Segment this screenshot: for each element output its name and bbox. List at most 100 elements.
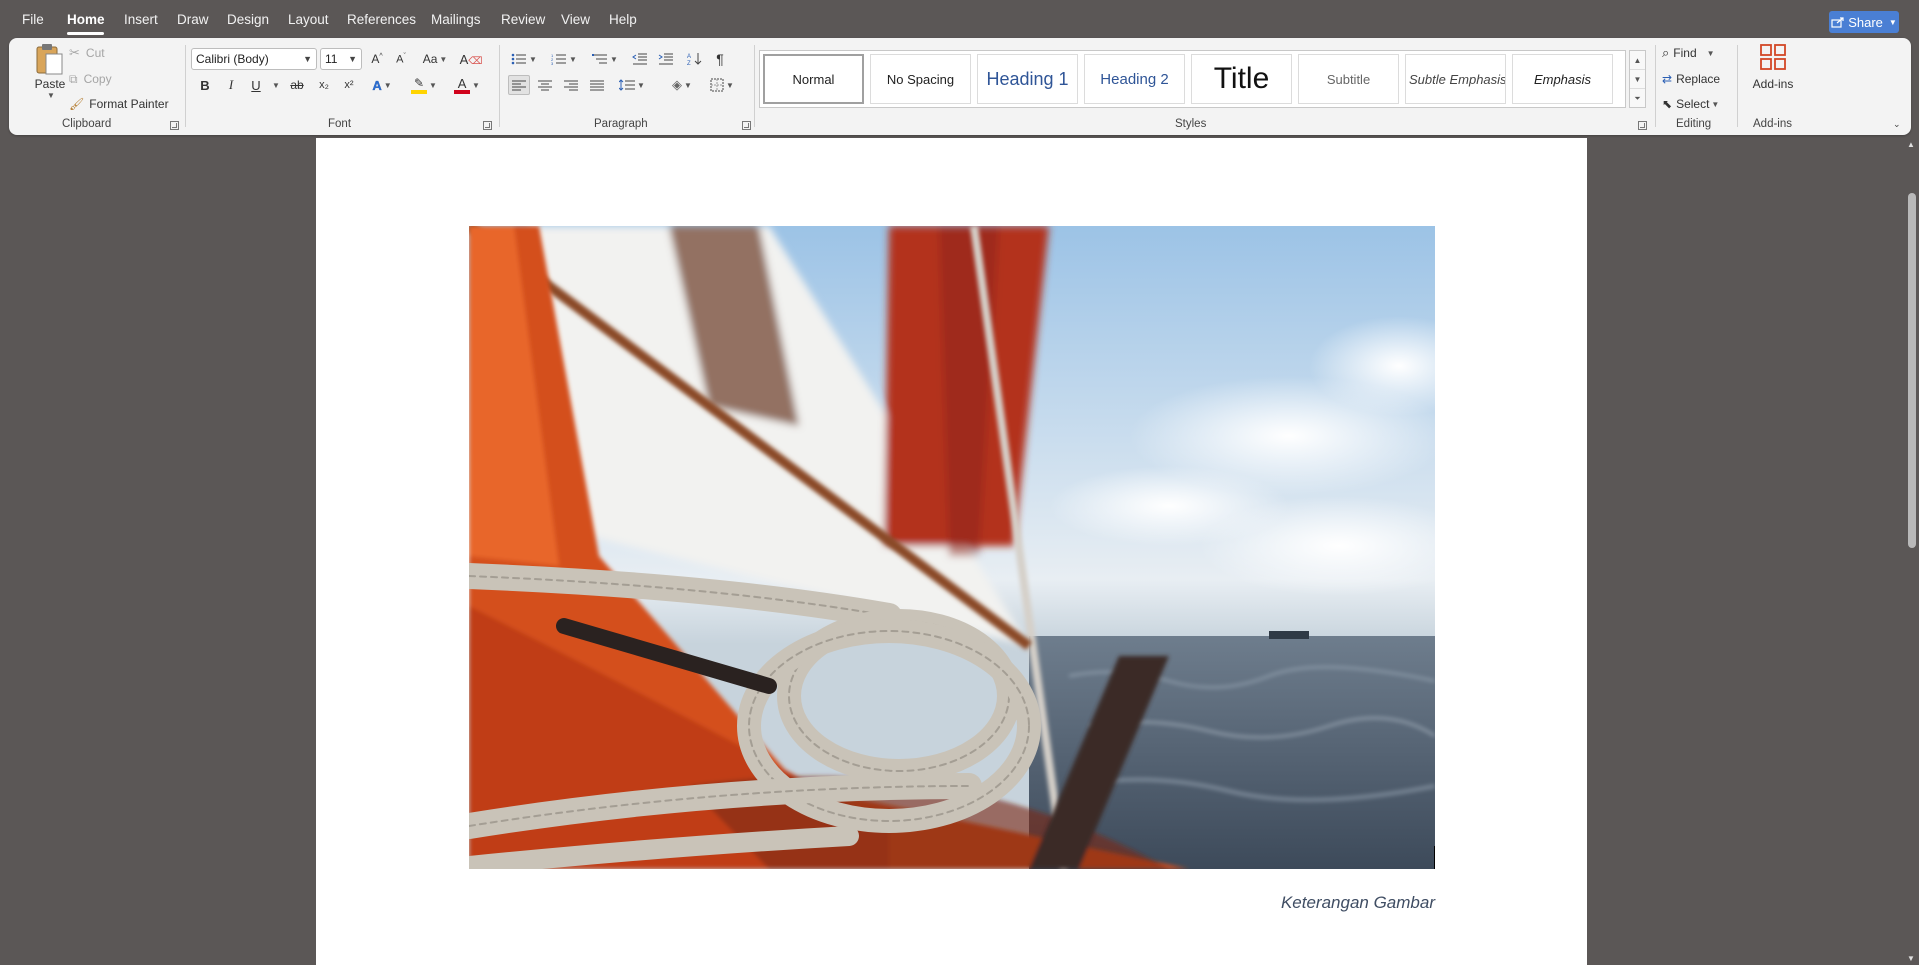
sort-button[interactable]: AZ	[684, 49, 706, 69]
styles-gallery-scroll[interactable]: ▲ ▼ ⏷	[1629, 50, 1646, 108]
font-launcher-icon[interactable]	[483, 121, 492, 130]
replace-button[interactable]: ⇄ Replace	[1662, 69, 1720, 89]
decrease-indent-icon	[632, 53, 647, 65]
chevron-down-icon: ▼	[610, 54, 618, 64]
align-right-button[interactable]	[560, 75, 582, 95]
style-normal[interactable]: Normal	[763, 54, 864, 104]
grow-font-button[interactable]: A^	[367, 49, 387, 69]
vertical-scrollbar[interactable]: ▲ ▼	[1904, 138, 1919, 965]
chevron-down-icon: ▼	[383, 80, 392, 90]
font-color-button[interactable]: A ▼	[452, 75, 482, 95]
chevron-down-icon: ▼	[637, 80, 645, 90]
format-painter-button[interactable]: 🖌 Format Painter	[69, 95, 169, 113]
align-left-button[interactable]	[508, 75, 530, 95]
italic-button[interactable]: I	[221, 75, 241, 95]
justify-icon	[590, 80, 604, 90]
replace-icon: ⇄	[1662, 72, 1673, 86]
menu-mailings[interactable]: Mailings	[431, 12, 481, 27]
search-icon: ⌕	[1662, 45, 1670, 60]
select-button[interactable]: ⬉ Select ▼	[1662, 94, 1719, 114]
menu-home[interactable]: Home	[67, 12, 105, 27]
shrink-font-button[interactable]: Aˇ	[391, 49, 411, 69]
highlight-button[interactable]: ✎ ▼	[409, 75, 439, 95]
shading-button[interactable]: ◈ ▼	[665, 75, 699, 95]
menu-insert[interactable]: Insert	[124, 12, 158, 27]
document-area: Keterangan Gambar	[0, 138, 1904, 965]
add-ins-button[interactable]: Add-ins	[1744, 43, 1802, 113]
clipboard-group-label: Clipboard	[62, 118, 112, 130]
superscript-button[interactable]: x²	[339, 75, 359, 95]
shrink-font-icon: Aˇ	[396, 52, 406, 66]
chevron-down-icon[interactable]: ▼	[272, 81, 280, 90]
chevron-down-icon: ▼	[726, 80, 734, 90]
active-tab-indicator	[67, 32, 104, 35]
clipboard-launcher-icon[interactable]	[170, 121, 179, 130]
justify-button[interactable]	[586, 75, 608, 95]
cursor-arrow-icon: ⬉	[1662, 97, 1673, 111]
align-right-icon	[564, 80, 578, 90]
cut-label: Cut	[85, 46, 105, 60]
chevron-down-icon[interactable]: ▼	[1630, 70, 1645, 89]
subscript-button[interactable]: x₂	[314, 75, 334, 95]
document-page[interactable]: Keterangan Gambar	[316, 138, 1587, 965]
style-title[interactable]: Title	[1191, 54, 1292, 104]
menu-help[interactable]: Help	[609, 12, 637, 27]
text-effects-button[interactable]: A ▼	[368, 75, 396, 95]
bold-button[interactable]: B	[195, 75, 215, 95]
menu-layout[interactable]: Layout	[288, 12, 329, 27]
style-subtitle[interactable]: Subtitle	[1298, 54, 1399, 104]
align-center-button[interactable]	[534, 75, 556, 95]
numbering-button[interactable]: 1 2 3 ▼	[547, 49, 581, 69]
styles-launcher-icon[interactable]	[1638, 121, 1647, 130]
style-no-spacing[interactable]: No Spacing	[870, 54, 971, 104]
more-styles-icon[interactable]: ⏷	[1630, 89, 1645, 108]
cut-button[interactable]: ✂ Cut	[69, 44, 105, 62]
style-subtle-emphasis[interactable]: Subtle Emphasis	[1405, 54, 1506, 104]
underline-button[interactable]: U	[246, 75, 266, 95]
scroll-down-icon[interactable]: ▼	[1907, 954, 1915, 963]
add-ins-group-label: Add-ins	[1753, 118, 1792, 130]
chevron-down-icon: ▼	[684, 80, 692, 90]
strikethrough-button[interactable]: ab	[286, 75, 308, 95]
menu-references[interactable]: References	[347, 12, 416, 27]
menu-file[interactable]: File	[22, 12, 44, 27]
paste-icon	[36, 44, 63, 75]
chevron-down-icon: ▼	[439, 54, 448, 64]
copy-icon: ⧉	[69, 71, 78, 86]
menu-draw[interactable]: Draw	[177, 12, 209, 27]
scrollbar-thumb[interactable]	[1908, 193, 1916, 548]
collapse-ribbon-icon[interactable]: ⌄	[1893, 119, 1901, 130]
font-size-select[interactable]: 11 ▼	[320, 48, 362, 70]
inserted-image[interactable]	[469, 226, 1435, 869]
change-case-button[interactable]: Aa ▼	[420, 49, 450, 69]
format-painter-label: Format Painter	[89, 97, 169, 111]
font-name-value: Calibri (Body)	[196, 52, 269, 66]
increase-indent-button[interactable]	[655, 49, 677, 69]
chevron-down-icon: ▼	[1711, 99, 1720, 109]
chevron-down-icon: ▼	[303, 54, 312, 64]
image-caption[interactable]: Keterangan Gambar	[1281, 893, 1435, 913]
copy-button[interactable]: ⧉ Copy	[69, 70, 112, 88]
menu-review[interactable]: Review	[501, 12, 545, 27]
menu-view[interactable]: View	[561, 12, 590, 27]
share-icon	[1831, 16, 1844, 28]
clear-formatting-button[interactable]: A⌫	[460, 49, 483, 69]
font-size-value: 11	[325, 52, 338, 66]
decrease-indent-button[interactable]	[629, 49, 651, 69]
scroll-up-icon[interactable]: ▲	[1907, 140, 1915, 149]
borders-button[interactable]: ▼	[705, 75, 739, 95]
share-button[interactable]: Share ▼	[1829, 11, 1899, 33]
bullets-button[interactable]: ▼	[507, 49, 541, 69]
line-spacing-button[interactable]: ▼	[615, 75, 649, 95]
show-formatting-button[interactable]: ¶	[709, 49, 731, 69]
style-heading-2[interactable]: Heading 2	[1084, 54, 1185, 104]
multilevel-list-button[interactable]: ▼	[588, 49, 622, 69]
chevron-down-icon: ▼	[1888, 17, 1897, 27]
menu-design[interactable]: Design	[227, 12, 269, 27]
style-heading-1[interactable]: Heading 1	[977, 54, 1078, 104]
find-button[interactable]: ⌕ Find ▼	[1662, 43, 1715, 63]
style-emphasis[interactable]: Emphasis	[1512, 54, 1613, 104]
font-name-select[interactable]: Calibri (Body) ▼	[191, 48, 317, 70]
paragraph-launcher-icon[interactable]	[742, 121, 751, 130]
chevron-up-icon[interactable]: ▲	[1630, 51, 1645, 70]
